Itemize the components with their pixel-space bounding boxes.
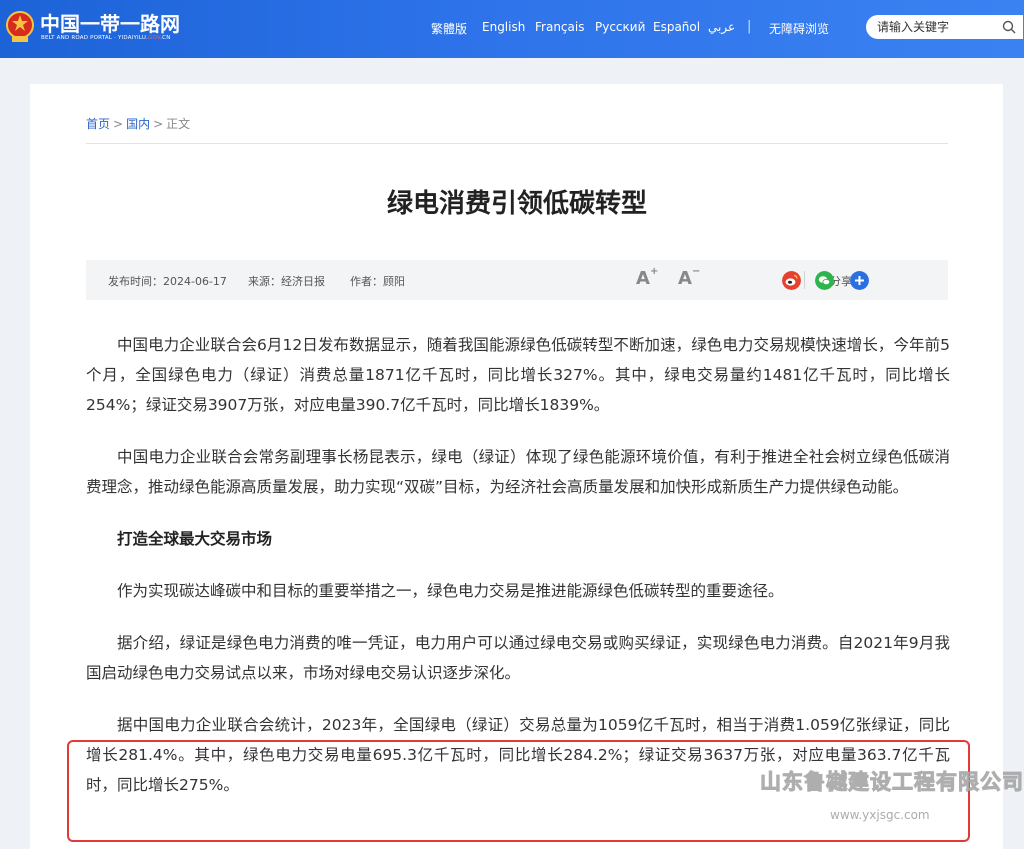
- meta-divider: [804, 271, 805, 289]
- search-box: [866, 15, 1023, 39]
- wechat-icon[interactable]: [815, 271, 834, 290]
- nav-traditional-chinese[interactable]: 繁體版: [431, 20, 467, 37]
- nav-accessibility[interactable]: 无障碍浏览: [769, 20, 829, 37]
- divider: [86, 143, 948, 144]
- watermark-text: 山东鲁樾建设工程有限公司: [760, 770, 1024, 795]
- watermark-url: www.yxjsgc.com: [830, 808, 930, 822]
- more-share-icon[interactable]: [850, 271, 869, 290]
- article-subheading: 打造全球最大交易市场: [117, 530, 273, 548]
- breadcrumb-separator: >: [153, 117, 164, 131]
- weibo-icon[interactable]: [782, 271, 801, 290]
- font-increase-button[interactable]: A+: [636, 266, 658, 289]
- article-paragraph: 中国电力企业联合会常务副理事长杨昆表示，绿电（绿证）体现了绿色能源环境价值，有利…: [86, 448, 950, 496]
- nav-english[interactable]: English: [482, 20, 525, 34]
- breadcrumb-section[interactable]: 国内: [126, 117, 150, 131]
- search-icon[interactable]: [1001, 19, 1017, 35]
- breadcrumb: 首页 > 国内 > 正文: [86, 115, 190, 132]
- nav-arabic[interactable]: عربي: [708, 20, 735, 34]
- article-paragraph: 据介绍，绿证是绿色电力消费的唯一凭证，电力用户可以通过绿电交易或购买绿证，实现绿…: [86, 634, 950, 682]
- font-decrease-button[interactable]: A−: [678, 266, 700, 289]
- site-logo-subtitle: BELT AND ROAD PORTAL · YIDAIYILU.GOV.CN: [41, 35, 171, 41]
- national-emblem-icon: [6, 11, 34, 42]
- nav-spanish[interactable]: Español: [653, 20, 700, 34]
- nav-french[interactable]: Français: [535, 20, 584, 34]
- top-navigation-bar: 中国一带一路网 BELT AND ROAD PORTAL · YIDAIYILU…: [0, 0, 1024, 58]
- publish-date: 发布时间：2024-06-17: [108, 275, 227, 288]
- site-logo-title[interactable]: 中国一带一路网: [40, 8, 180, 37]
- article-title: 绿电消费引领低碳转型: [386, 189, 647, 219]
- article-paragraph: 中国电力企业联合会6月12日发布数据显示，随着我国能源绿色低碳转型不断加速，绿色…: [86, 336, 950, 414]
- nav-separator: |: [747, 19, 752, 34]
- article-author: 作者：顾阳: [350, 275, 405, 288]
- breadcrumb-home[interactable]: 首页: [86, 117, 110, 131]
- article-source: 来源：经济日报: [248, 275, 325, 288]
- breadcrumb-current: 正文: [166, 117, 191, 131]
- nav-russian[interactable]: Русский: [595, 20, 645, 34]
- article-paragraph: 作为实现碳达峰碳中和目标的重要举措之一，绿色电力交易是推进能源绿色低碳转型的重要…: [117, 582, 784, 600]
- search-input[interactable]: [877, 18, 997, 36]
- article-meta-bar: 发布时间：2024-06-17 来源：经济日报 作者：顾阳 A+ A− 分享：: [86, 260, 948, 300]
- breadcrumb-separator: >: [113, 117, 124, 131]
